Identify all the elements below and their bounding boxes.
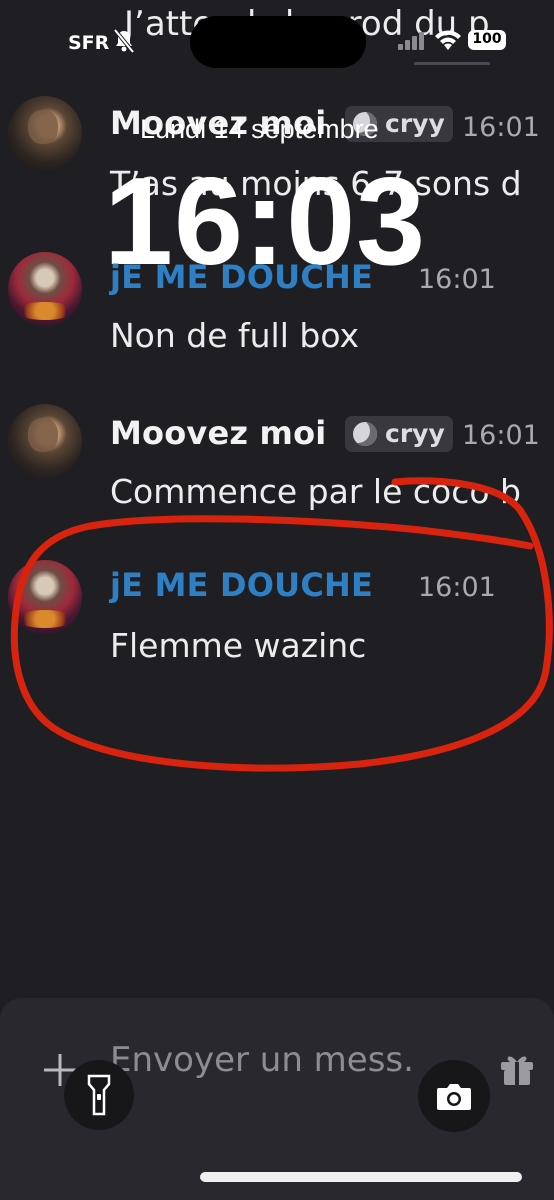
battery-icon: 100 — [468, 30, 506, 50]
message-time: 16:01 — [418, 264, 496, 295]
dynamic-island — [190, 16, 366, 68]
role-tag-label: cryy — [385, 419, 445, 448]
message-input[interactable]: Envoyer un mess. — [110, 1040, 414, 1080]
flashlight-icon — [86, 1074, 112, 1120]
status-bar: SFR 100 — [0, 0, 554, 80]
message-text: Non de full box — [110, 316, 360, 355]
avatar[interactable] — [8, 404, 82, 478]
status-underline — [414, 62, 490, 65]
message-author[interactable]: Moovez moi — [110, 414, 326, 452]
moon-emoji-icon — [353, 422, 377, 446]
role-tag[interactable]: cryy — [345, 416, 453, 452]
role-tag-label: cryy — [385, 109, 445, 138]
camera-button[interactable] — [418, 1060, 490, 1132]
avatar[interactable] — [8, 96, 82, 170]
signal-icon — [398, 32, 426, 54]
camera-icon — [435, 1082, 473, 1116]
message-time: 16:01 — [462, 112, 540, 143]
home-indicator[interactable] — [200, 1172, 522, 1182]
flashlight-button[interactable] — [64, 1060, 134, 1130]
message-author[interactable]: jE ME DOUCHE — [110, 258, 373, 296]
avatar[interactable] — [8, 252, 82, 326]
message-time: 16:01 — [462, 420, 540, 451]
gift-icon[interactable] — [498, 1050, 536, 1092]
lock-screen-date: Lundi 14 septembre — [140, 114, 379, 144]
wifi-icon — [434, 30, 462, 56]
mute-bell-icon — [112, 28, 136, 58]
red-circle-annotation — [10, 477, 553, 772]
battery-level: 100 — [472, 31, 502, 47]
carrier-label: SFR — [68, 32, 110, 54]
